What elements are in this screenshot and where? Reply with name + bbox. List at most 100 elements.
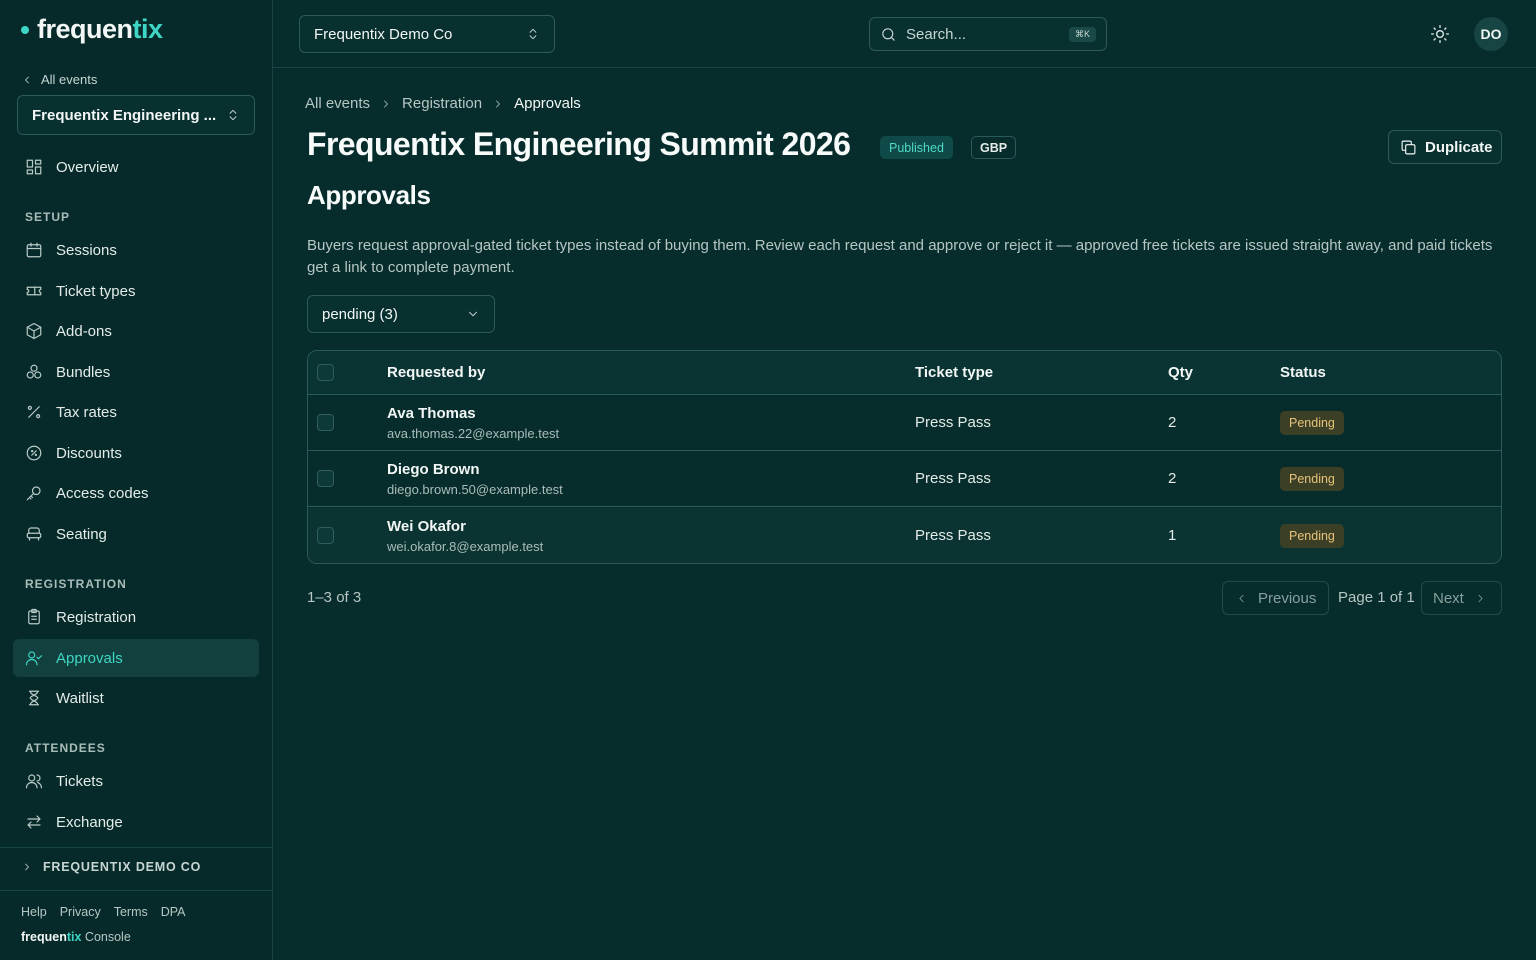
previous-page-button[interactable]: Previous bbox=[1222, 581, 1329, 615]
back-to-all-events-link[interactable]: All events bbox=[21, 72, 97, 87]
column-header-ticket-type[interactable]: Ticket type bbox=[915, 364, 993, 381]
sidebar-item-exchange[interactable]: Exchange bbox=[13, 803, 259, 841]
table-row[interactable]: Ava Thomas ava.thomas.22@example.test Pr… bbox=[308, 395, 1501, 451]
sidebar-item-approvals[interactable]: Approvals bbox=[13, 639, 259, 677]
ticket-type-cell: Press Pass bbox=[915, 414, 991, 431]
hourglass-icon bbox=[25, 689, 43, 707]
organization-toggle[interactable]: FREQUENTIX DEMO CO bbox=[21, 860, 201, 874]
footer-link-privacy[interactable]: Privacy bbox=[60, 905, 101, 919]
status-badge: Published bbox=[880, 136, 953, 159]
clipboard-icon bbox=[25, 608, 43, 626]
column-header-qty[interactable]: Qty bbox=[1168, 364, 1193, 381]
ticket-type-cell: Press Pass bbox=[915, 470, 991, 487]
section-heading-attendees: ATTENDEES bbox=[25, 741, 106, 755]
sun-icon bbox=[1430, 24, 1450, 44]
footer-link-help[interactable]: Help bbox=[21, 905, 47, 919]
status-filter-value: pending (3) bbox=[322, 305, 398, 323]
duplicate-button[interactable]: Duplicate bbox=[1388, 130, 1502, 164]
event-selector-value: Frequentix Engineering ... bbox=[32, 106, 217, 124]
search-shortcut: ⌘K bbox=[1068, 26, 1096, 42]
sidebar-item-label: Approvals bbox=[56, 649, 123, 667]
logo[interactable]: frequentix bbox=[21, 14, 163, 45]
avatar[interactable]: DO bbox=[1474, 17, 1508, 51]
column-header-requested-by[interactable]: Requested by bbox=[387, 364, 485, 381]
sidebar-item-add-ons[interactable]: Add-ons bbox=[13, 312, 259, 350]
sidebar-item-overview[interactable]: Overview bbox=[13, 148, 259, 186]
organization-selector-value: Frequentix Demo Co bbox=[314, 25, 453, 43]
section-title: Approvals bbox=[307, 180, 431, 210]
organization-selector[interactable]: Frequentix Demo Co bbox=[299, 15, 555, 53]
sidebar-item-label: Tax rates bbox=[56, 403, 117, 421]
search-icon bbox=[880, 26, 897, 43]
row-checkbox[interactable] bbox=[317, 527, 334, 544]
section-heading-registration: REGISTRATION bbox=[25, 577, 127, 591]
theme-toggle-button[interactable] bbox=[1430, 24, 1450, 44]
sidebar-item-label: Discounts bbox=[56, 444, 122, 462]
section-heading-setup: SETUP bbox=[25, 210, 71, 224]
sidebar-item-label: Exchange bbox=[56, 813, 123, 831]
chevron-down-icon bbox=[466, 307, 480, 321]
sidebar-item-ticket-types[interactable]: Ticket types bbox=[13, 272, 259, 310]
sidebar-item-label: Seating bbox=[56, 525, 107, 543]
requester-name: Diego Brown bbox=[387, 461, 480, 478]
sidebar-item-discounts[interactable]: Discounts bbox=[13, 434, 259, 472]
sidebar-item-label: Overview bbox=[56, 158, 119, 176]
sidebar-item-tax-rates[interactable]: Tax rates bbox=[13, 393, 259, 431]
console-brand-accent: tix bbox=[66, 930, 82, 944]
chevron-right-icon bbox=[1474, 592, 1487, 605]
sidebar-item-label: Waitlist bbox=[56, 689, 104, 707]
column-header-status[interactable]: Status bbox=[1280, 364, 1326, 381]
sidebar-item-access-codes[interactable]: Access codes bbox=[13, 474, 259, 512]
user-check-icon bbox=[25, 649, 43, 667]
logo-text: frequentix bbox=[37, 14, 163, 44]
requester-email: wei.okafor.8@example.test bbox=[387, 539, 544, 554]
sidebar-item-sessions[interactable]: Sessions bbox=[13, 231, 259, 269]
previous-label: Previous bbox=[1258, 589, 1317, 607]
sidebar-item-registration[interactable]: Registration bbox=[13, 598, 259, 636]
table-row[interactable]: Wei Okafor wei.okafor.8@example.test Pre… bbox=[308, 508, 1501, 563]
status-badge: Pending bbox=[1280, 524, 1344, 548]
requester-name: Wei Okafor bbox=[387, 518, 466, 535]
sidebar-item-label: Ticket types bbox=[56, 282, 136, 300]
page-title: Frequentix Engineering Summit 2026 bbox=[307, 126, 851, 162]
status-filter-select[interactable]: pending (3) bbox=[307, 295, 495, 333]
sidebar-item-tickets[interactable]: Tickets bbox=[13, 762, 259, 800]
ticket-icon bbox=[25, 282, 43, 300]
chevrons-up-down-icon bbox=[226, 108, 240, 122]
topbar: Frequentix Demo Co Search... ⌘K DO bbox=[273, 0, 1536, 68]
ticket-type-cell: Press Pass bbox=[915, 527, 991, 544]
requester-email: diego.brown.50@example.test bbox=[387, 482, 563, 497]
sidebar-item-label: Access codes bbox=[56, 484, 149, 502]
sidebar-item-label: Sessions bbox=[56, 241, 117, 259]
sidebar-item-bundles[interactable]: Bundles bbox=[13, 353, 259, 391]
page-indicator: Page 1 of 1 bbox=[1338, 589, 1415, 606]
select-all-checkbox[interactable] bbox=[317, 364, 334, 381]
approvals-table: Requested by Ticket type Qty Status Ava … bbox=[307, 350, 1502, 564]
seat-icon bbox=[25, 525, 43, 543]
discount-icon bbox=[25, 444, 43, 462]
chevron-right-icon bbox=[21, 861, 33, 873]
search-input[interactable]: Search... ⌘K bbox=[869, 17, 1107, 51]
table-row[interactable]: Diego Brown diego.brown.50@example.test … bbox=[308, 451, 1501, 507]
sidebar-item-seating[interactable]: Seating bbox=[13, 515, 259, 553]
breadcrumb-registration[interactable]: Registration bbox=[402, 95, 482, 112]
footer-link-dpa[interactable]: DPA bbox=[161, 905, 186, 919]
search-placeholder: Search... bbox=[906, 25, 967, 43]
breadcrumb: All events Registration Approvals bbox=[305, 95, 581, 112]
chevron-right-icon bbox=[492, 98, 504, 110]
row-checkbox[interactable] bbox=[317, 470, 334, 487]
status-badge: Pending bbox=[1280, 411, 1344, 435]
breadcrumb-all-events[interactable]: All events bbox=[305, 95, 370, 112]
chevrons-up-down-icon bbox=[526, 27, 540, 41]
key-icon bbox=[25, 484, 43, 502]
next-page-button[interactable]: Next bbox=[1421, 581, 1502, 615]
results-count: 1–3 of 3 bbox=[307, 589, 362, 606]
sidebar-item-waitlist[interactable]: Waitlist bbox=[13, 679, 259, 717]
calendar-icon bbox=[25, 241, 43, 259]
console-brand-main: frequen bbox=[21, 930, 67, 944]
requester-name: Ava Thomas bbox=[387, 405, 476, 422]
event-selector[interactable]: Frequentix Engineering ... bbox=[17, 95, 255, 135]
row-checkbox[interactable] bbox=[317, 414, 334, 431]
footer-links: Help Privacy Terms DPA bbox=[21, 905, 186, 919]
footer-link-terms[interactable]: Terms bbox=[114, 905, 148, 919]
